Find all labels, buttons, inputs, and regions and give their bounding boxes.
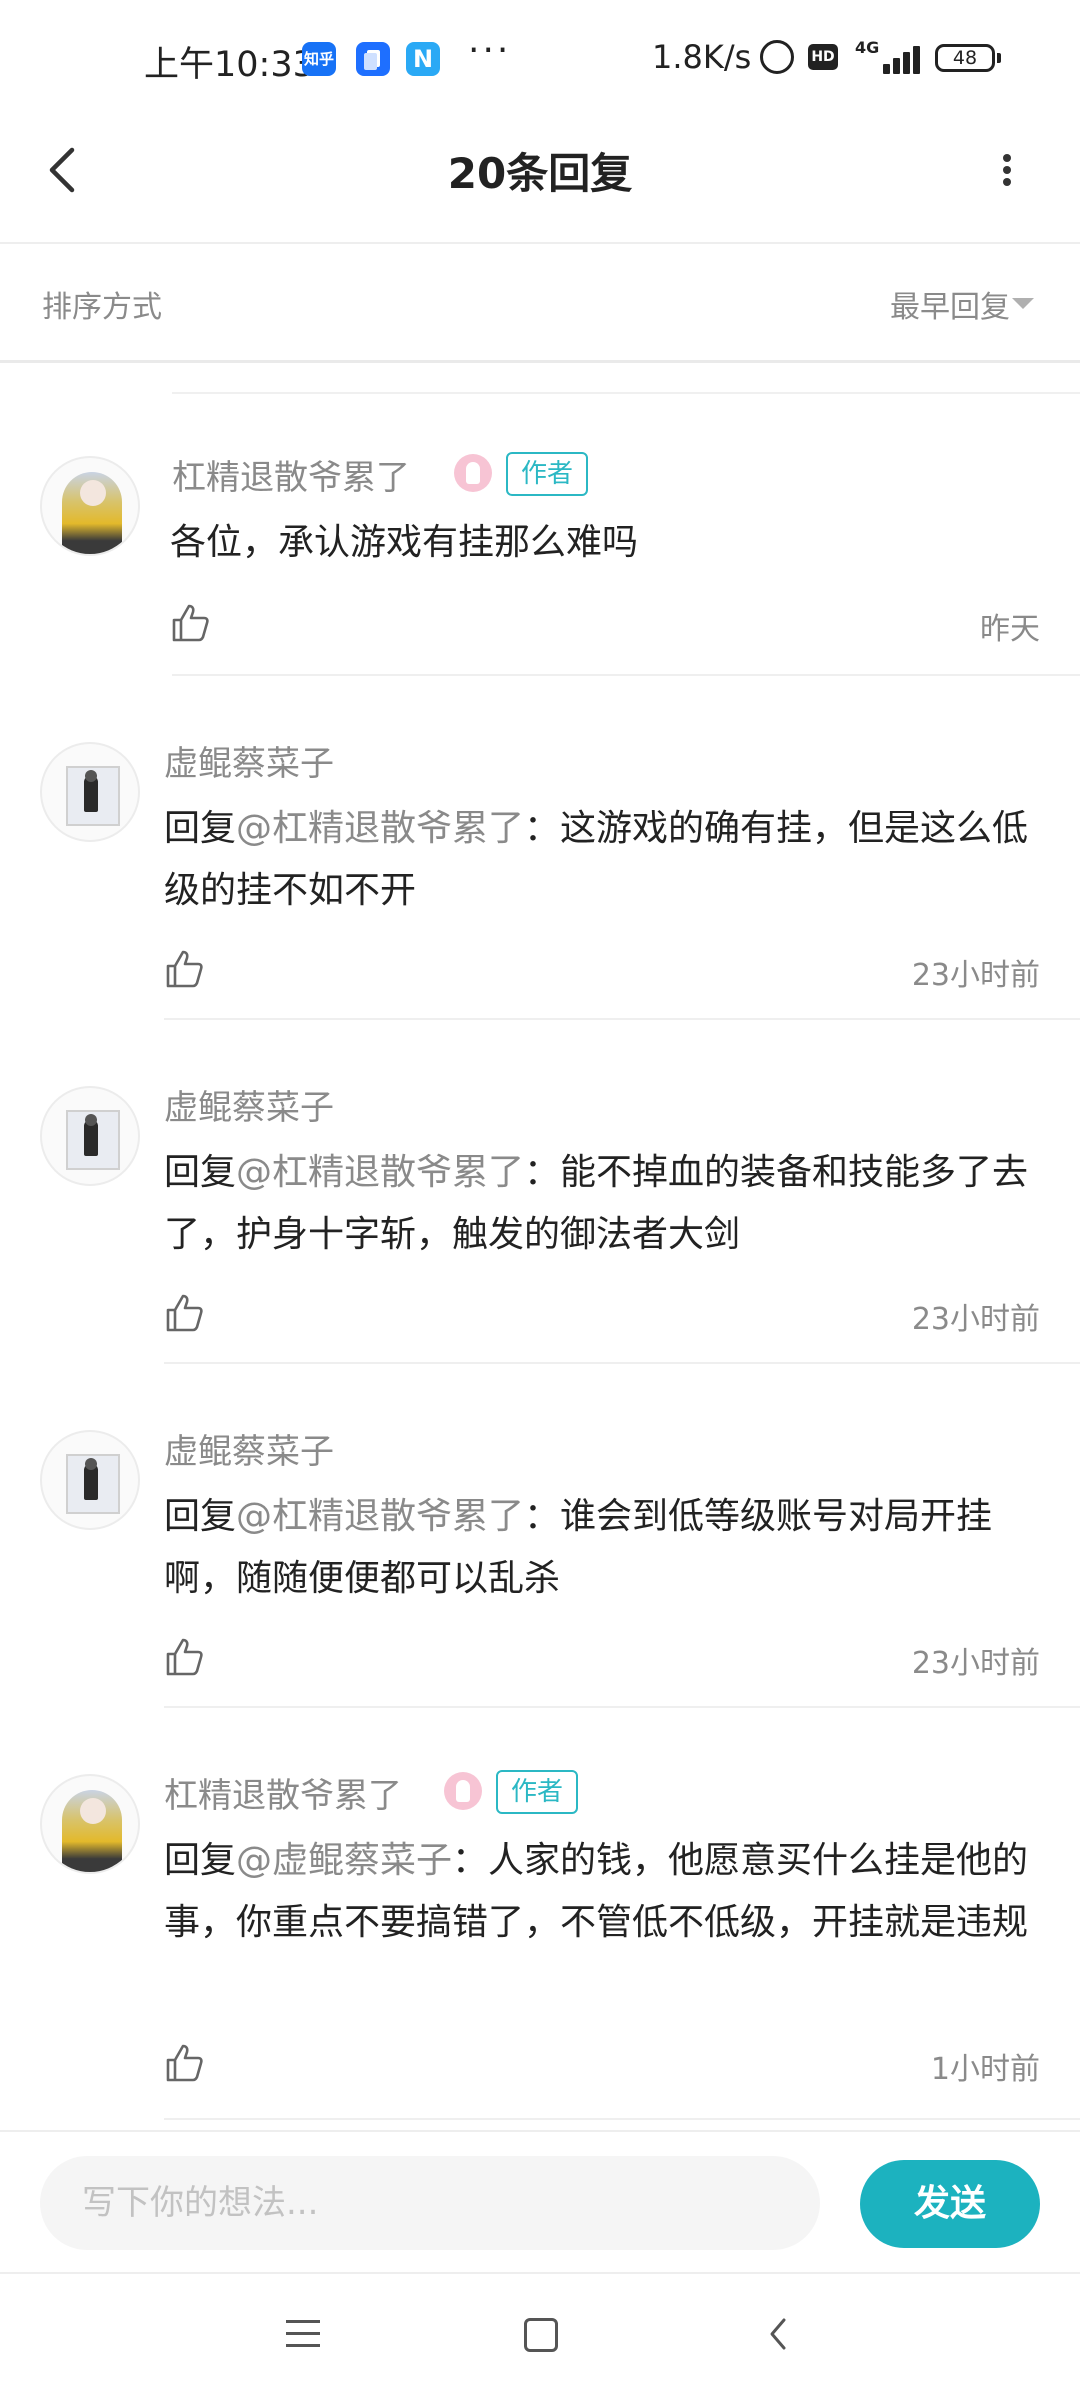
like-icon[interactable] <box>170 602 212 644</box>
comment-item: 虚鲲蔡菜子 回复@杠精退散爷累了：能不掉血的装备和技能多了去了，护身十字斩，触发… <box>0 1056 1080 1366</box>
comment-item: 杠精退散爷累了 作者 各位，承认游戏有挂那么难吗 昨天 <box>0 420 1080 680</box>
hd-icon: HD <box>808 44 838 70</box>
alarm-icon <box>760 40 794 74</box>
more-vertical-icon[interactable] <box>982 140 1032 200</box>
vip-badge-icon <box>444 1772 482 1810</box>
comment-text: 回复@杠精退散爷累了：这游戏的确有挂，但是这么低级的挂不如不开 <box>164 808 1029 911</box>
comment-item: 虚鲲蔡菜子 回复@杠精退散爷累了：谁会到低等级账号对局开挂啊，随随便便都可以乱杀… <box>0 1400 1080 1710</box>
comment-time: 23小时前 <box>911 1646 1040 1681</box>
divider <box>164 1018 1080 1020</box>
avatar[interactable] <box>40 456 140 556</box>
mention-link[interactable]: @杠精退散爷累了 <box>236 1496 524 1537</box>
comment-username[interactable]: 杠精退散爷累了 <box>164 1768 402 1817</box>
system-nav-bar <box>0 2272 1080 2402</box>
zhihu-icon: 知乎 <box>302 42 336 76</box>
caret-down-icon[interactable] <box>1012 298 1034 309</box>
back-icon[interactable] <box>760 2314 800 2354</box>
divider <box>172 674 1080 676</box>
divider <box>164 2118 1080 2120</box>
comment-item: 杠精退散爷累了 作者 回复@虚鲲蔡菜子：人家的钱，他愿意买什么挂是他的事，你重点… <box>0 1744 1080 2124</box>
like-icon[interactable] <box>164 1636 206 1678</box>
status-time: 上午10:33 <box>144 45 315 85</box>
comment-item: 虚鲲蔡菜子 回复@杠精退散爷累了：这游戏的确有挂，但是这么低级的挂不如不开 23… <box>0 712 1080 1022</box>
avatar[interactable] <box>40 1086 140 1186</box>
avatar[interactable] <box>40 1430 140 1530</box>
reply-input-bar: 发送 <box>0 2130 1080 2274</box>
comment-time: 昨天 <box>980 612 1040 647</box>
comment-username[interactable]: 虚鲲蔡菜子 <box>164 1080 334 1129</box>
network-speed: 1.8K/s <box>652 38 752 76</box>
top-app-bar: 20条回复 <box>0 120 1080 244</box>
comment-text: 回复@虚鲲蔡菜子：人家的钱，他愿意买什么挂是他的事，你重点不要搞错了，不管低不低… <box>164 1840 1029 1943</box>
reply-input[interactable] <box>40 2156 820 2250</box>
comment-username[interactable]: 虚鲲蔡菜子 <box>164 736 334 785</box>
vip-badge-icon <box>454 454 492 492</box>
sort-label: 排序方式 <box>42 290 162 325</box>
mention-link[interactable]: @杠精退散爷累了 <box>236 1152 524 1193</box>
home-icon[interactable] <box>524 2318 558 2352</box>
like-icon[interactable] <box>164 2042 206 2084</box>
sort-bar: 排序方式 最早回复 <box>0 242 1080 363</box>
author-badge: 作者 <box>496 1770 579 1814</box>
comment-text: 回复@杠精退散爷累了：谁会到低等级账号对局开挂啊，随随便便都可以乱杀 <box>164 1496 993 1599</box>
page-title: 20条回复 <box>447 149 633 198</box>
comment-time: 1小时前 <box>930 2052 1040 2087</box>
comment-text: 各位，承认游戏有挂那么难吗 <box>170 522 639 563</box>
menu-icon[interactable] <box>286 2320 322 2350</box>
comment-time: 23小时前 <box>911 1302 1040 1337</box>
battery-level: 48 <box>952 47 978 69</box>
comment-time: 23小时前 <box>911 958 1040 993</box>
comment-username[interactable]: 虚鲲蔡菜子 <box>164 1424 334 1473</box>
battery-tip <box>997 53 1001 63</box>
comment-text: 回复@杠精退散爷累了：能不掉血的装备和技能多了去了，护身十字斩，触发的御法者大剑 <box>164 1152 1029 1255</box>
comment-username[interactable]: 杠精退散爷累了 <box>172 450 410 499</box>
like-icon[interactable] <box>164 1292 206 1334</box>
divider <box>164 1362 1080 1364</box>
avatar[interactable] <box>40 1774 140 1874</box>
author-badge: 作者 <box>506 452 589 496</box>
notes-icon <box>356 42 390 76</box>
avatar[interactable] <box>40 742 140 842</box>
divider <box>172 392 1080 394</box>
send-button[interactable]: 发送 <box>860 2160 1040 2248</box>
status-bar: 上午10:33 知乎 N ··· 1.8K/s HD 4G 48 <box>0 0 1080 120</box>
sort-dropdown[interactable]: 最早回复 <box>890 282 1010 326</box>
like-icon[interactable] <box>164 948 206 990</box>
status-more-icon: ··· <box>468 30 512 71</box>
n-app-icon: N <box>406 42 440 76</box>
mention-link[interactable]: @杠精退散爷累了 <box>236 808 524 849</box>
signal-icon <box>873 42 923 74</box>
mention-link[interactable]: @虚鲲蔡菜子 <box>236 1840 452 1881</box>
divider <box>164 1706 1080 1708</box>
